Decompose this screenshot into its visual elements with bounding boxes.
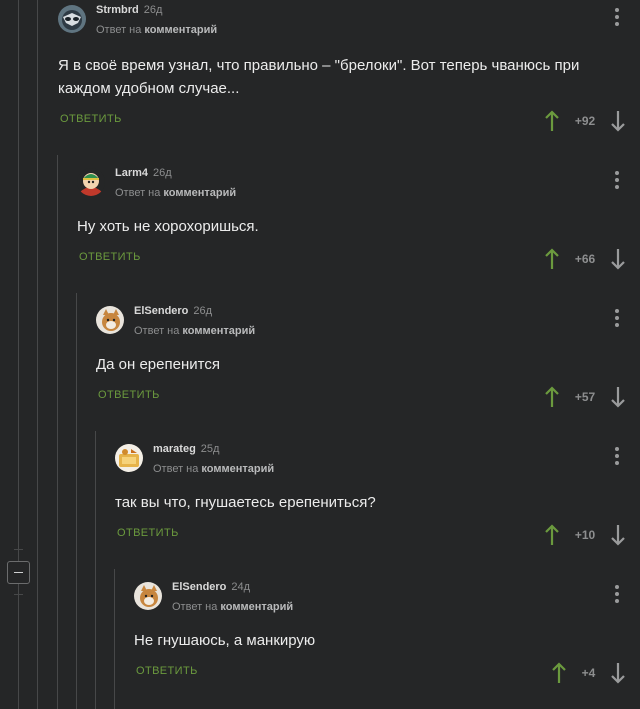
comment-author[interactable]: Larm4 26д: [115, 167, 172, 179]
reply-to-link[interactable]: комментарий: [144, 24, 217, 36]
reply-button[interactable]: ответить: [79, 251, 141, 263]
vote-controls: +4: [552, 662, 625, 684]
reply-button[interactable]: ответить: [98, 389, 160, 401]
more-options-icon[interactable]: [615, 309, 619, 328]
reply-to-prefix: Ответ на: [134, 325, 180, 337]
reply-button[interactable]: ответить: [117, 527, 179, 539]
comment-text: Ну хоть не хорохоришься.: [77, 218, 259, 235]
reply-to-prefix: Ответ на: [153, 463, 199, 475]
author-name[interactable]: marateg: [153, 443, 196, 455]
comment-text: Не гнушаюсь, а манкирую: [134, 632, 316, 649]
upvote-arrow-icon[interactable]: [545, 524, 559, 546]
comment-score: +10: [574, 528, 596, 542]
cat-avatar-icon[interactable]: [134, 582, 162, 610]
collapse-thread-button[interactable]: [7, 561, 30, 584]
photo-avatar-icon[interactable]: [115, 444, 143, 472]
raccoon-avatar-icon[interactable]: [58, 5, 86, 33]
reply-button[interactable]: ответить: [60, 113, 122, 125]
thread-line: [95, 431, 96, 709]
author-name[interactable]: Larm4: [115, 167, 148, 179]
downvote-arrow-icon[interactable]: [611, 110, 625, 132]
reply-to-link[interactable]: комментарий: [201, 463, 274, 475]
comment-text: Да он ерепенится: [96, 356, 220, 373]
comment-score: +4: [581, 666, 596, 680]
reply-to-prefix: Ответ на: [172, 601, 218, 613]
downvote-arrow-icon[interactable]: [611, 248, 625, 270]
thread-tick: [14, 549, 23, 550]
vote-controls: +57: [545, 386, 625, 408]
reply-to-link[interactable]: комментарий: [220, 601, 293, 613]
reply-to-link[interactable]: комментарий: [163, 187, 236, 199]
reply-to-link[interactable]: комментарий: [182, 325, 255, 337]
comment-author[interactable]: Strmbrd 26д: [96, 4, 162, 16]
reply-to-label: Ответ на комментарий: [96, 24, 217, 36]
downvote-arrow-icon[interactable]: [611, 524, 625, 546]
upvote-arrow-icon[interactable]: [552, 662, 566, 684]
vote-controls: +66: [545, 248, 625, 270]
author-name[interactable]: ElSendero: [134, 305, 188, 317]
thread-line: [76, 293, 77, 709]
comment-score: +57: [574, 390, 596, 404]
vote-controls: +10: [545, 524, 625, 546]
reply-to-label: Ответ на комментарий: [134, 325, 255, 337]
comment-score: +66: [574, 252, 596, 266]
comment-score: +92: [574, 114, 596, 128]
thread-tick: [14, 594, 23, 595]
thread-line: [114, 569, 115, 709]
author-name[interactable]: Strmbrd: [96, 4, 139, 16]
more-options-icon[interactable]: [615, 171, 619, 190]
more-options-icon[interactable]: [615, 8, 619, 27]
comment-author[interactable]: marateg 25д: [153, 443, 219, 455]
comment: Larm4 26д Ответ на комментарий Ну хоть не…: [77, 167, 640, 278]
comment-author[interactable]: ElSendero 24д: [172, 581, 250, 593]
reply-button[interactable]: ответить: [136, 665, 198, 677]
thread-line: [18, 584, 19, 709]
comment-age: 26д: [153, 167, 172, 179]
upvote-arrow-icon[interactable]: [545, 386, 559, 408]
comment: ElSendero 24д Ответ на комментарий Не гну…: [134, 581, 640, 692]
cat-avatar-icon[interactable]: [96, 306, 124, 334]
upvote-arrow-icon[interactable]: [545, 110, 559, 132]
reply-to-label: Ответ на комментарий: [172, 601, 293, 613]
comment-age: 26д: [143, 4, 163, 16]
comment-author[interactable]: ElSendero 26д: [134, 305, 212, 317]
thread-line: [57, 155, 58, 709]
upvote-arrow-icon[interactable]: [545, 248, 559, 270]
thread-line: [18, 0, 19, 561]
more-options-icon[interactable]: [615, 585, 619, 604]
comment-text: Я в своё время узнал, что правильно – "б…: [58, 57, 580, 97]
vote-controls: +92: [545, 110, 625, 132]
reply-to-label: Ответ на комментарий: [153, 463, 274, 475]
thread-line: [37, 0, 38, 709]
comment-age: 25д: [200, 443, 220, 455]
reply-to-prefix: Ответ на: [96, 24, 142, 36]
reply-to-label: Ответ на комментарий: [115, 187, 236, 199]
downvote-arrow-icon[interactable]: [611, 662, 625, 684]
comment-text: так вы что, гнушаетесь ерепениться?: [115, 494, 376, 511]
comment-age: 24д: [231, 581, 251, 593]
more-options-icon[interactable]: [615, 447, 619, 466]
comment: Strmbrd 26д Ответ на комментарий Я в своё…: [58, 4, 640, 135]
reply-to-prefix: Ответ на: [115, 187, 161, 199]
comment: marateg 25д Ответ на комментарий так вы ч…: [115, 443, 640, 554]
cartoon-avatar-icon[interactable]: [77, 168, 105, 196]
comment-age: 26д: [193, 305, 213, 317]
comment: ElSendero 26д Ответ на комментарий Да он …: [96, 305, 640, 416]
author-name[interactable]: ElSendero: [172, 581, 226, 593]
downvote-arrow-icon[interactable]: [611, 386, 625, 408]
